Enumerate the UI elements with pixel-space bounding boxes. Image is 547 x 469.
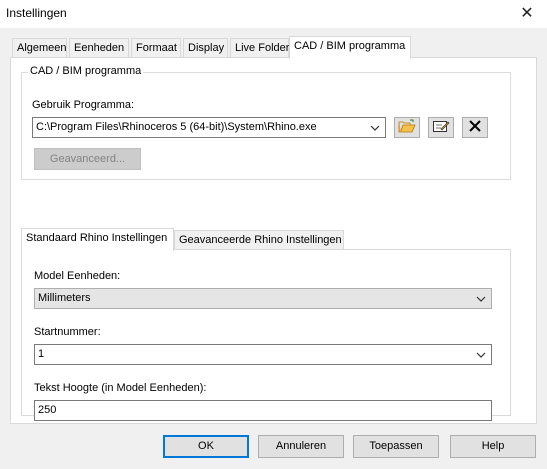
- tab-live-folder[interactable]: Live Folder: [230, 38, 289, 58]
- program-label: Gebruik Programma:: [32, 99, 135, 111]
- ok-button[interactable]: OK: [163, 435, 249, 458]
- group-legend: CAD / BIM programma: [28, 65, 144, 77]
- apply-button[interactable]: Toepassen: [353, 435, 439, 458]
- start-number-select[interactable]: 1: [34, 344, 492, 365]
- folder-open-icon: [398, 119, 416, 136]
- model-units-select[interactable]: Millimeters: [34, 288, 492, 309]
- edit-button[interactable]: [428, 117, 454, 138]
- chevron-down-icon: [475, 345, 487, 364]
- program-path-value: C:\Program Files\Rhinoceros 5 (64-bit)\S…: [36, 121, 317, 133]
- tab-algemeen[interactable]: Algemeen: [12, 38, 67, 58]
- edit-icon: [432, 119, 450, 136]
- cad-bim-group: CAD / BIM programma Gebruik Programma: C…: [21, 65, 511, 180]
- advanced-button[interactable]: Geavanceerd...: [34, 148, 141, 170]
- model-units-value: Millimeters: [38, 292, 91, 304]
- help-button[interactable]: Help: [450, 435, 536, 458]
- browse-folder-button[interactable]: [394, 117, 420, 138]
- close-icon[interactable]: ✕: [513, 3, 541, 25]
- tab-eenheden[interactable]: Eenheden: [69, 38, 129, 58]
- cancel-button[interactable]: Annuleren: [258, 435, 344, 458]
- text-height-input[interactable]: 250: [34, 400, 492, 421]
- model-units-label: Model Eenheden:: [34, 270, 121, 282]
- chevron-down-icon: [475, 289, 487, 308]
- rhino-settings-panel: Model Eenheden: Millimeters Startnummer:…: [21, 249, 511, 421]
- tab-standard-rhino[interactable]: Standaard Rhino Instellingen: [21, 228, 174, 251]
- delete-x-icon: [468, 119, 482, 136]
- chevron-down-icon: [369, 118, 381, 137]
- tab-display[interactable]: Display: [183, 38, 228, 58]
- title-bar: Instellingen ✕: [0, 0, 547, 28]
- dialog-body: Algemeen Eenheden Formaat Display Live F…: [0, 28, 547, 469]
- tab-cad-bim[interactable]: CAD / BIM programma: [289, 36, 411, 59]
- start-number-value: 1: [38, 348, 45, 360]
- tab-advanced-rhino[interactable]: Geavanceerde Rhino Instellingen: [174, 230, 344, 250]
- program-path-select[interactable]: C:\Program Files\Rhinoceros 5 (64-bit)\S…: [32, 117, 386, 138]
- tab-panel-cad-bim: CAD / BIM programma Gebruik Programma: C…: [10, 57, 537, 424]
- clear-button[interactable]: [462, 117, 488, 138]
- text-height-label: Tekst Hoogte (in Model Eenheden):: [34, 382, 207, 394]
- window-title: Instellingen: [6, 6, 67, 20]
- start-number-label: Startnummer:: [34, 326, 101, 338]
- tab-formaat[interactable]: Formaat: [131, 38, 181, 58]
